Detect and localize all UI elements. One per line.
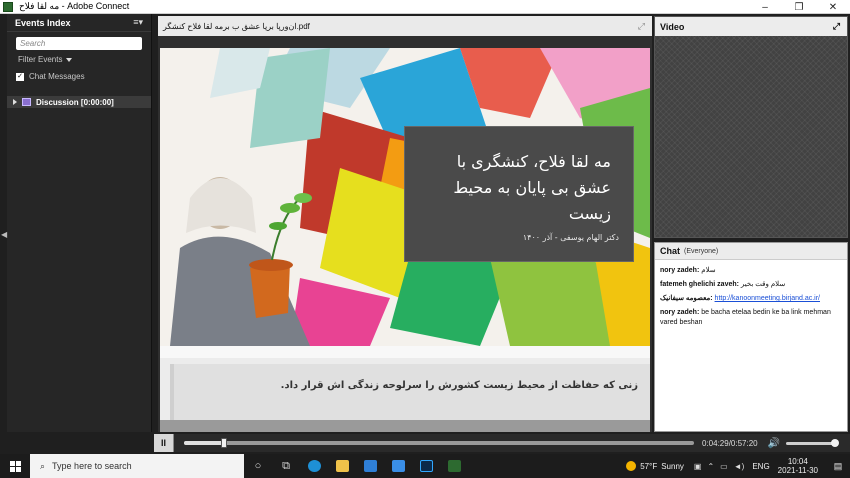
task-view-icon[interactable]: ⧉ — [272, 454, 300, 478]
chat-sender: معصومه سیفانیک: — [660, 295, 713, 302]
chat-sender: nory zadeh: — [660, 309, 700, 316]
next-slide-text: زنی که حفاظت از محیط زیست کشورش را سرلوح… — [280, 380, 638, 391]
video-pod: Video ⤢ — [654, 16, 848, 238]
presentation-slide: مه لقا فلاح، کنشگری با عشق بی پایان به م… — [160, 48, 650, 346]
weather-condition: Sunny — [661, 461, 684, 471]
share-pod: ان‌ورپا برپا عشق ب برمه لقا فلاح کنشگر.p… — [158, 16, 652, 432]
chat-sender: fatemeh ghelichi zaveh: — [660, 281, 739, 288]
tray-icons: ▣ ⌃ ▭ ◄) — [694, 462, 744, 471]
pause-button[interactable]: II — [154, 434, 174, 452]
network-icon[interactable]: ▭ — [720, 462, 728, 471]
adobe-connect-app-icon — [3, 1, 13, 12]
fullscreen-icon[interactable]: ⤢ — [833, 21, 840, 32]
event-item-discussion[interactable]: Discussion [0:00:00] — [7, 96, 151, 108]
chat-messages: nory zadeh: سلام fatemeh ghelichi zaveh:… — [655, 260, 847, 338]
document-filename: ان‌ورپا برپا عشق ب برمه لقا فلاح کنشگر.p… — [163, 21, 310, 31]
speaker-icon[interactable]: ◄) — [734, 462, 745, 471]
slide-bottom-bar — [160, 420, 650, 432]
discussion-label: Discussion [0:00:00] — [36, 97, 114, 107]
playback-time: 0:04:29/0:57:20 — [702, 438, 758, 448]
window-controls: – ❐ ✕ — [748, 0, 850, 14]
chat-message: nory zadeh: سلام — [660, 266, 842, 276]
slide-top-strip — [160, 346, 650, 358]
mail-icon[interactable] — [384, 454, 412, 478]
volume-handle[interactable] — [831, 438, 840, 447]
expand-arrow-icon[interactable] — [13, 99, 17, 105]
volume-icon[interactable]: 🔊 — [768, 438, 780, 449]
fullscreen-icon[interactable]: ⤢ — [638, 21, 645, 32]
progress-handle[interactable] — [220, 438, 227, 448]
windows-logo-icon — [9, 460, 21, 472]
slide-title-box: مه لقا فلاح، کنشگری با عشق بی پایان به م… — [404, 126, 634, 262]
events-search-input[interactable]: Search — [16, 37, 142, 50]
cortana-icon[interactable]: ○ — [244, 454, 272, 478]
video-pod-header: Video ⤢ — [655, 17, 847, 36]
chat-message: nory zadeh: be bacha etelaa bedin ke ba … — [660, 308, 842, 328]
chevron-down-icon — [66, 57, 73, 62]
window-title-bar: مه لقا فلاح - Adobe Connect – ❐ ✕ — [0, 0, 850, 14]
temperature: 57°F — [640, 461, 658, 471]
search-icon: ⌕ — [40, 460, 46, 471]
events-index-header: Events Index ≡▾ — [7, 14, 151, 32]
slide-author: دکتر الهام یوسفی - آذر ۱۴۰۰ — [522, 233, 619, 242]
discussion-icon — [22, 98, 31, 106]
filter-events-dropdown[interactable]: Filter Events — [18, 55, 140, 64]
slide-content-area — [170, 364, 650, 424]
chat-message: fatemeh ghelichi zaveh: سلام وقت بخیر — [660, 280, 842, 290]
taskbar-search-box[interactable]: ⌕ Type here to search — [30, 454, 244, 478]
chat-messages-label: Chat Messages — [29, 72, 85, 81]
chat-text: سلام — [701, 267, 716, 274]
events-index-title: Events Index — [15, 17, 71, 28]
start-button[interactable] — [0, 454, 30, 478]
chat-message: معصومه سیفانیک: http://kanoonmeeting.bir… — [660, 294, 842, 304]
minimize-button[interactable]: – — [748, 0, 782, 14]
next-slide-preview: زنی که حفاظت از محیط زیست کشورش را سرلوح… — [160, 346, 650, 432]
taskbar-search-placeholder: Type here to search — [52, 461, 132, 471]
edge-icon[interactable] — [300, 454, 328, 478]
chat-pod-title: Chat — [660, 246, 680, 256]
checkbox-checked-icon[interactable]: ✓ — [16, 72, 24, 81]
weather-widget[interactable]: 57°F Sunny — [626, 461, 684, 471]
maximize-button[interactable]: ❐ — [782, 0, 816, 14]
file-explorer-icon[interactable] — [328, 454, 356, 478]
input-language[interactable]: ENG — [752, 462, 769, 471]
progress-fill — [184, 441, 224, 445]
chevron-up-icon[interactable]: ⌃ — [707, 462, 714, 471]
clock-time: 10:04 — [787, 457, 808, 466]
collapse-panel-icon[interactable]: ◀ — [1, 230, 7, 239]
filter-events-label: Filter Events — [18, 55, 63, 64]
chat-scope-label[interactable]: (Everyone) — [684, 248, 718, 255]
notifications-icon[interactable]: ▤ — [828, 461, 848, 472]
playback-progress-slider[interactable] — [184, 438, 694, 448]
meet-now-icon[interactable]: ▣ — [694, 462, 702, 471]
chat-text: سلام وقت بخیر — [740, 281, 786, 288]
window-title: مه لقا فلاح - Adobe Connect — [19, 1, 130, 11]
chat-messages-toggle[interactable]: ✓ Chat Messages — [16, 72, 140, 81]
clock-date: 2021-11-30 — [777, 466, 818, 475]
chat-pod: Chat (Everyone) nory zadeh: سلام fatemeh… — [654, 242, 848, 432]
sun-icon — [626, 461, 637, 471]
share-pod-header: ان‌ورپا برپا عشق ب برمه لقا فلاح کنشگر.p… — [158, 16, 652, 36]
chat-link[interactable]: http://kanoonmeeting.birjand.ac.ir/ — [715, 295, 820, 302]
slide-title: مه لقا فلاح، کنشگری با عشق بی پایان به م… — [453, 152, 611, 223]
chat-pod-header: Chat (Everyone) — [655, 243, 847, 260]
video-pod-title: Video — [660, 21, 685, 32]
events-index-panel: Events Index ≡▾ Search Filter Events ✓ C… — [7, 14, 152, 432]
photoshop-icon[interactable] — [412, 454, 440, 478]
volume-slider[interactable] — [786, 438, 840, 447]
chat-sender: nory zadeh: — [660, 267, 700, 274]
close-button[interactable]: ✕ — [816, 0, 850, 14]
adobe-connect-taskbar-icon[interactable] — [440, 454, 468, 478]
playback-bar: II 0:04:29/0:57:20 🔊 — [154, 434, 850, 452]
microsoft-store-icon[interactable] — [356, 454, 384, 478]
video-area — [655, 36, 847, 237]
windows-taskbar: ⌕ Type here to search ○ ⧉ 57°F Sunny ▣ ⌃… — [0, 454, 850, 478]
events-menu-icon[interactable]: ≡▾ — [133, 17, 143, 28]
system-tray: 57°F Sunny ▣ ⌃ ▭ ◄) ENG 10:04 2021-11-30… — [626, 454, 850, 478]
system-clock[interactable]: 10:04 2021-11-30 — [778, 457, 818, 475]
